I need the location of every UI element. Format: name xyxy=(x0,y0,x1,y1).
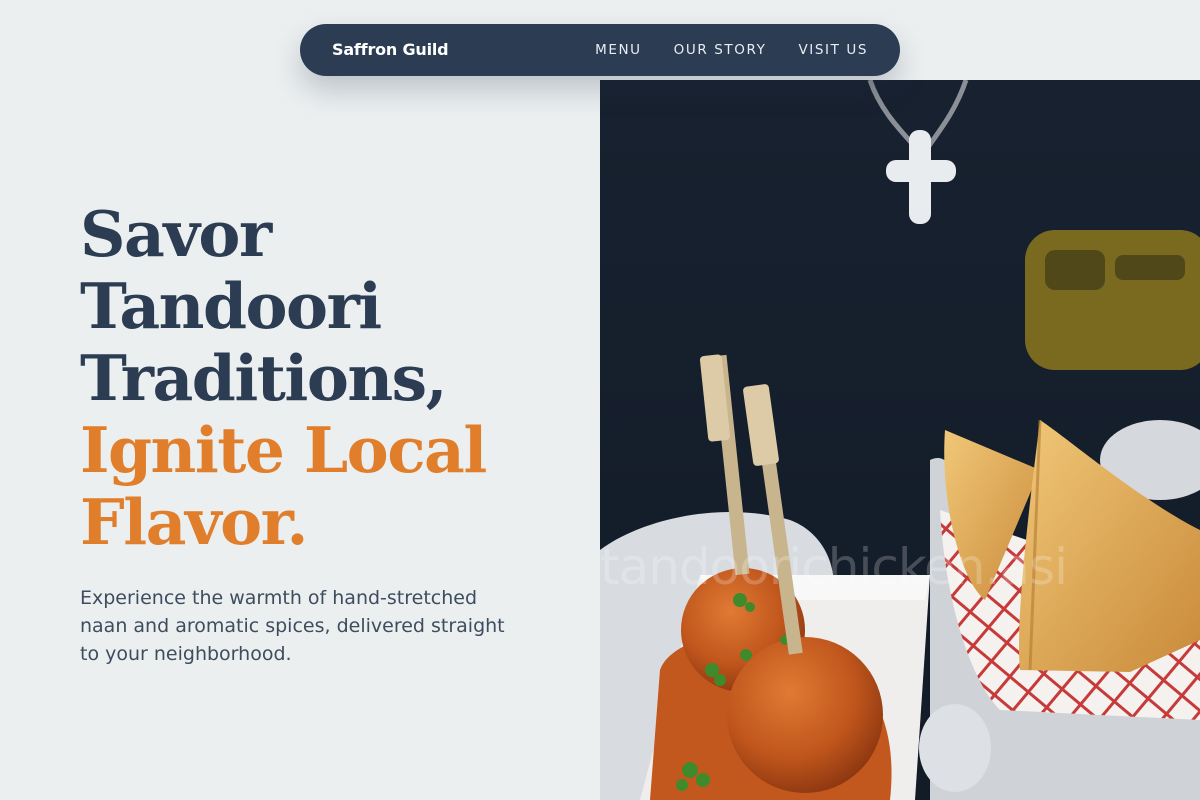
hero-food-photo: tandoorichicken.asi xyxy=(600,80,1200,800)
nav-link-visit-us[interactable]: VISIT US xyxy=(798,42,868,58)
hero-subtitle: Experience the warmth of hand-stretched … xyxy=(80,587,505,665)
headline-line-1: Savor xyxy=(80,197,272,271)
brand-logo-text[interactable]: Saffron Guild xyxy=(332,24,449,76)
top-navigation-bar: Saffron Guild MENU OUR STORY VISIT US xyxy=(300,24,900,76)
headline-line-3: Traditions, xyxy=(80,341,448,415)
nav-link-menu[interactable]: MENU xyxy=(595,42,642,58)
nav-links: MENU OUR STORY VISIT US xyxy=(563,24,868,76)
food-photo-illustration xyxy=(600,80,1200,800)
headline-accent-line-2: Flavor. xyxy=(80,485,308,559)
headline-accent-line-1: Ignite Local xyxy=(80,413,487,487)
nav-link-our-story[interactable]: OUR STORY xyxy=(674,42,767,58)
hero-headline: Savor Tandoori Traditions, Ignite Local … xyxy=(80,198,580,558)
headline-line-2: Tandoori xyxy=(80,269,382,343)
photo-watermark: tandoorichicken.asi xyxy=(600,538,1068,596)
